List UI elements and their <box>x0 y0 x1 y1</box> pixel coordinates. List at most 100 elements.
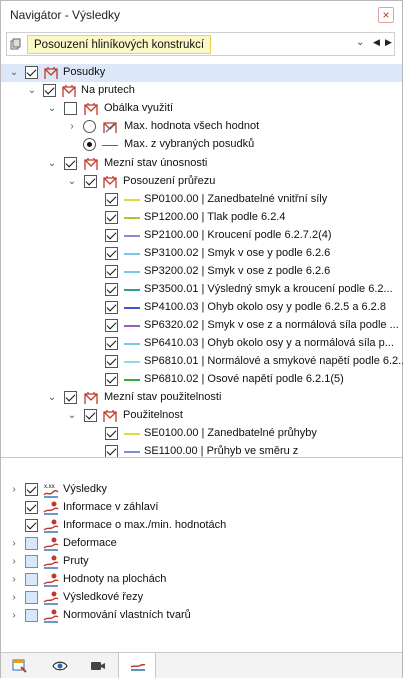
radio-button[interactable] <box>83 120 96 133</box>
design-check-icon <box>84 392 98 404</box>
tab-views[interactable] <box>79 653 117 678</box>
checkbox[interactable] <box>25 609 38 622</box>
checkbox[interactable] <box>25 537 38 550</box>
tree-label: Hodnoty na plochách <box>63 573 167 585</box>
tree-label: Mezní stav použitelnosti <box>104 391 222 403</box>
checkbox[interactable] <box>105 265 118 278</box>
tree-item-sp[interactable]: SP3200.02 | Smyk v ose z podle 6.2.6 <box>1 263 402 281</box>
tree-item-sp[interactable]: SP2100.00 | Kroucení podle 6.2.7.2(4) <box>1 227 402 245</box>
checkbox[interactable] <box>25 573 38 586</box>
tree-item-obalka[interactable]: ⌄ Obálka využití <box>1 100 402 118</box>
tree-item-max-vsech[interactable]: › Max. hodnota všech hodnot <box>1 118 402 136</box>
checkbox[interactable] <box>25 66 38 79</box>
chevron-down-icon[interactable]: ⌄ <box>66 175 78 189</box>
tree-label: Posouzení průřezu <box>123 175 216 187</box>
tree-item-se[interactable]: SE1100.00 | Průhyb ve směru z <box>1 443 402 461</box>
checkbox[interactable] <box>25 555 38 568</box>
tree-item-mezni-pouzitelnosti[interactable]: ⌄ Mezní stav použitelnosti <box>1 389 402 407</box>
chevron-down-icon[interactable]: ⌄ <box>26 84 38 98</box>
tree-item-se[interactable]: SE0100.00 | Zanedbatelné průhyby <box>1 425 402 443</box>
tree-item-max-vybranych[interactable]: Max. z vybraných posudků <box>1 136 402 154</box>
checkbox[interactable] <box>105 211 118 224</box>
checkbox[interactable] <box>25 501 38 514</box>
tree-item-sp[interactable]: SP4100.03 | Ohyb okolo osy y podle 6.2.5… <box>1 299 402 317</box>
checkbox[interactable] <box>105 283 118 296</box>
checkbox[interactable] <box>43 84 56 97</box>
tree-item-deformace[interactable]: › Deformace <box>1 535 402 553</box>
checkbox[interactable] <box>25 591 38 604</box>
checkbox[interactable] <box>105 229 118 242</box>
tree-item-posudky[interactable]: ⌄ Posudky <box>1 64 402 82</box>
chevron-right-icon[interactable]: › <box>8 555 20 569</box>
module-selector[interactable]: Posouzení hliníkových konstrukcí ⌄ ◀ ▶ <box>6 32 395 56</box>
checkbox[interactable] <box>84 175 97 188</box>
tree-item-sp[interactable]: SP6810.01 | Normálové a smykové napětí p… <box>1 353 403 371</box>
tree-item-hodnoty-plochach[interactable]: › Hodnoty na plochách <box>1 571 402 589</box>
previous-module-button[interactable]: ◀ <box>373 37 380 48</box>
checkbox[interactable] <box>64 391 77 404</box>
chevron-down-icon[interactable]: ⌄ <box>66 409 78 423</box>
checkbox[interactable] <box>105 319 118 332</box>
checkbox[interactable] <box>25 519 38 532</box>
close-button[interactable]: × <box>378 7 394 23</box>
chevron-down-icon[interactable]: ⌄ <box>8 66 20 80</box>
tree-item-posouzeni-prurezu[interactable]: ⌄ Posouzení průřezu <box>1 173 402 191</box>
checkbox[interactable] <box>105 355 118 368</box>
tab-data[interactable] <box>1 653 39 678</box>
tree-label: SP3500.01 | Výsledný smyk a kroucení pod… <box>144 283 393 295</box>
chevron-down-icon[interactable]: ⌄ <box>356 37 364 48</box>
tree-item-na-prutech[interactable]: ⌄ Na prutech <box>1 82 402 100</box>
tree-item-sp[interactable]: SP1200.00 | Tlak podle 6.2.4 <box>1 209 402 227</box>
color-line-icon <box>124 235 140 237</box>
color-line-icon <box>124 343 140 345</box>
checkbox[interactable] <box>105 373 118 386</box>
tree-label: Max. hodnota všech hodnot <box>124 120 260 132</box>
checkbox[interactable] <box>105 301 118 314</box>
tree-item-sp[interactable]: SP0100.00 | Zanedbatelné vnitřní síly <box>1 191 402 209</box>
tree-label: SP0100.00 | Zanedbatelné vnitřní síly <box>144 193 328 205</box>
checkbox[interactable] <box>105 427 118 440</box>
chevron-right-icon[interactable]: › <box>8 591 20 605</box>
chevron-down-icon[interactable]: ⌄ <box>46 391 58 405</box>
checkbox[interactable] <box>25 483 38 496</box>
tab-results[interactable] <box>118 653 156 678</box>
tab-display[interactable] <box>41 653 79 678</box>
chevron-right-icon[interactable]: › <box>66 120 78 134</box>
checkbox[interactable] <box>64 102 77 115</box>
tree-item-pouzitelnost[interactable]: ⌄ Použitelnost <box>1 407 402 425</box>
tree-item-mezni-unosnosti[interactable]: ⌄ Mezní stav únosnosti <box>1 155 402 173</box>
chevron-right-icon[interactable]: › <box>8 609 20 623</box>
checkbox[interactable] <box>105 247 118 260</box>
chevron-down-icon[interactable]: ⌄ <box>46 157 58 171</box>
chevron-right-icon[interactable]: › <box>8 483 20 497</box>
deformation-icon <box>43 537 59 551</box>
tree-label: Výsledky <box>63 483 108 495</box>
tree-item-sp[interactable]: SP6320.02 | Smyk v ose z a normálová síl… <box>1 317 402 335</box>
chevron-right-icon[interactable]: › <box>8 573 20 587</box>
design-check-icon <box>103 410 117 422</box>
tree-item-normovani[interactable]: › Normování vlastních tvarů <box>1 607 402 625</box>
tree-item-vysledky[interactable]: › x.xx Výsledky <box>1 481 402 499</box>
checkbox[interactable] <box>64 157 77 170</box>
design-check-icon <box>84 158 98 170</box>
tree-item-informace-maxmin[interactable]: Informace o max./min. hodnotách <box>1 517 402 535</box>
radio-button[interactable] <box>83 138 96 151</box>
tree-label: Posudky <box>63 66 106 78</box>
checkbox[interactable] <box>84 409 97 422</box>
tree-item-pruty[interactable]: › Pruty <box>1 553 402 571</box>
design-check-icon <box>44 67 58 79</box>
title-bar: Navigátor - Výsledky × <box>1 1 402 29</box>
tree-item-sp[interactable]: SP6410.03 | Ohyb okolo osy y a normálová… <box>1 335 402 353</box>
tree-item-sp[interactable]: SP6810.02 | Osové napětí podle 6.2.1(5) <box>1 371 402 389</box>
tree-item-sp[interactable]: SP3500.01 | Výsledný smyk a kroucení pod… <box>1 281 402 299</box>
tree-item-informace-zahlavi[interactable]: Informace v záhlaví <box>1 499 402 517</box>
chevron-right-icon[interactable]: › <box>8 537 20 551</box>
tree-item-vysledkove-rezy[interactable]: › Výsledkové řezy <box>1 589 402 607</box>
color-line-icon <box>124 253 140 255</box>
next-module-button[interactable]: ▶ <box>385 37 392 48</box>
checkbox[interactable] <box>105 337 118 350</box>
checkbox[interactable] <box>105 193 118 206</box>
chevron-down-icon[interactable]: ⌄ <box>46 102 58 116</box>
tree-item-sp[interactable]: SP3100.02 | Smyk v ose y podle 6.2.6 <box>1 245 402 263</box>
tree-label: Obálka využití <box>104 102 174 114</box>
